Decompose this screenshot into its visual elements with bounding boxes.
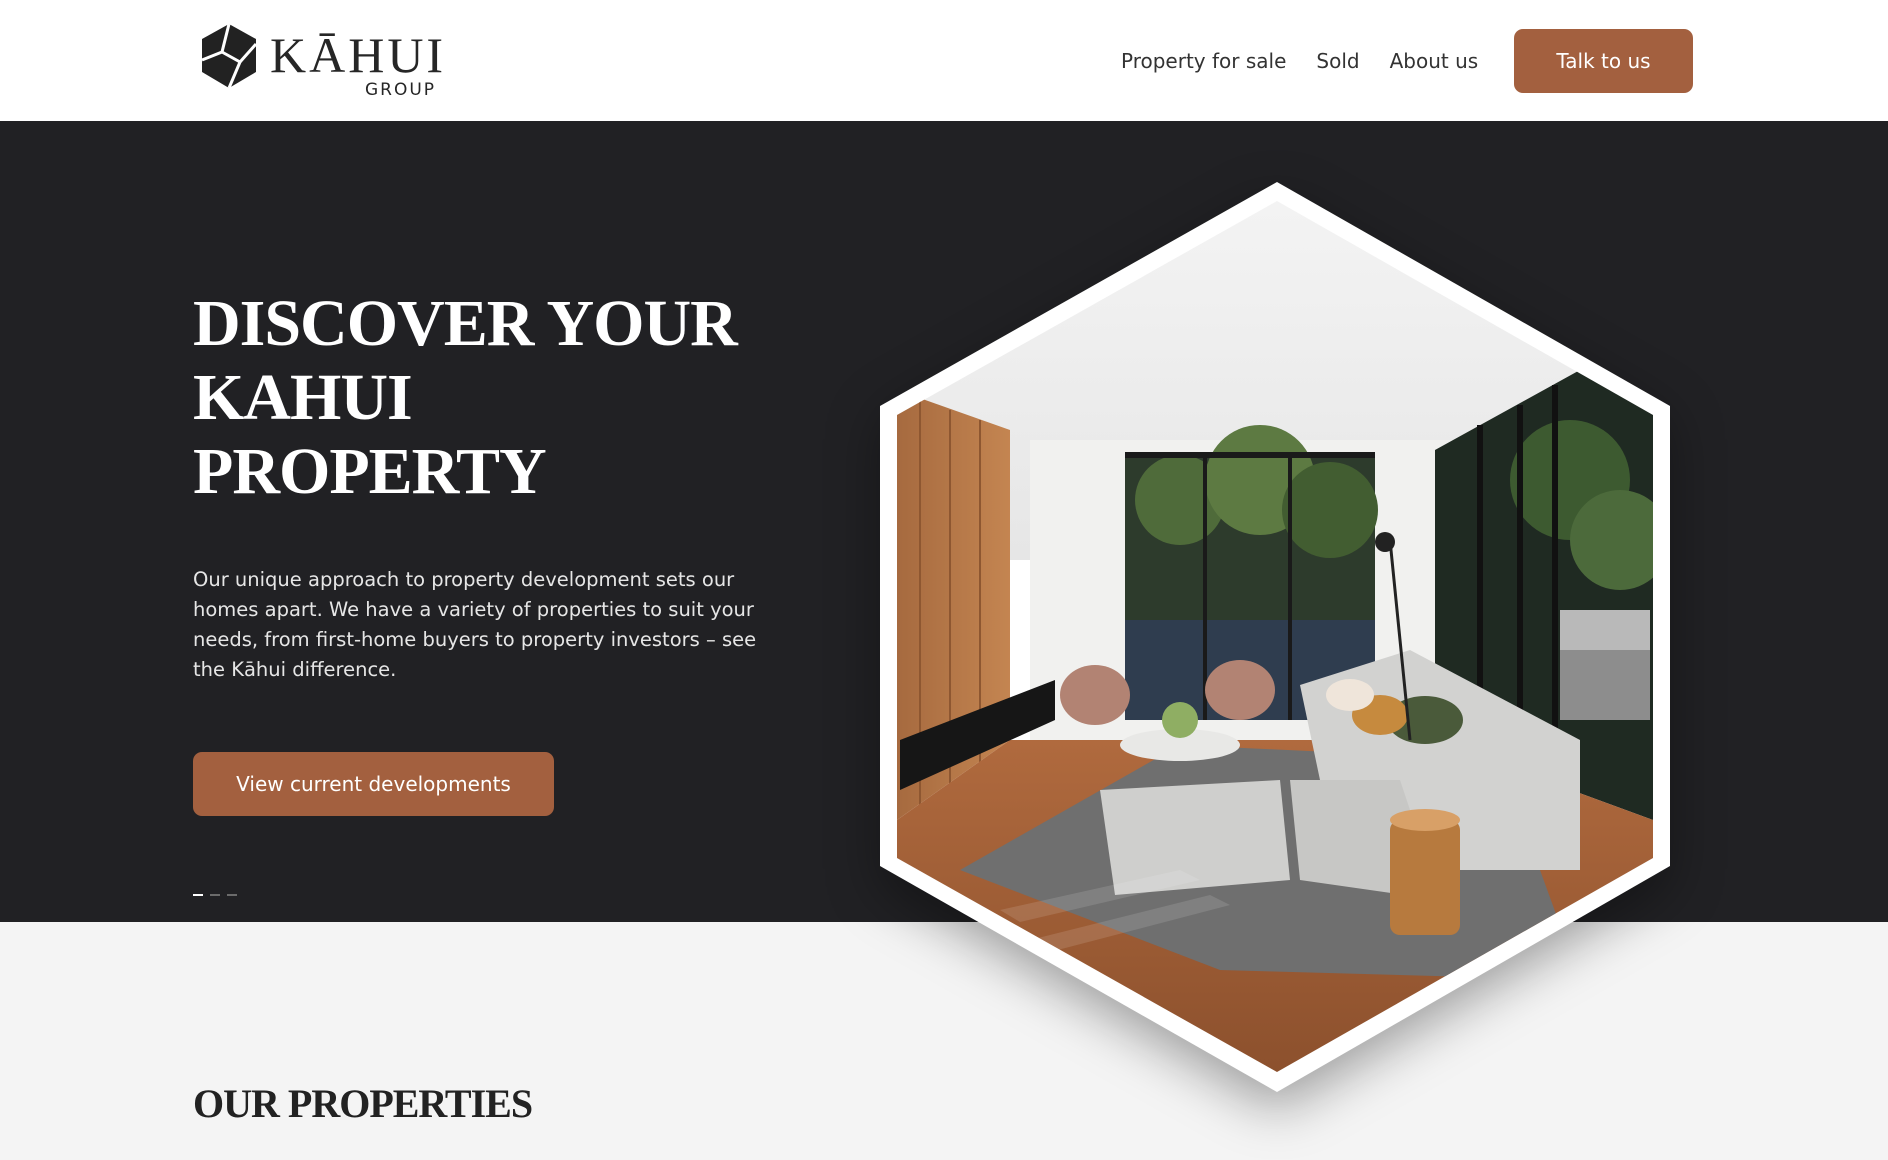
living-room-photo — [880, 182, 1670, 1092]
view-current-developments-button[interactable]: View current developments — [193, 752, 554, 816]
kahui-hexagon-logo-icon — [201, 23, 258, 89]
hero-title-line: KAHUI — [193, 361, 413, 434]
hero-title: DISCOVER YOUR KAHUI PROPERTY — [193, 287, 813, 509]
slider-dot-2[interactable] — [210, 894, 220, 896]
nav-property-for-sale[interactable]: Property for sale — [1121, 49, 1286, 73]
nav-about-us[interactable]: About us — [1390, 49, 1479, 73]
talk-to-us-button[interactable]: Talk to us — [1514, 29, 1693, 93]
slider-dot-3[interactable] — [227, 894, 237, 896]
slider-dot-1[interactable] — [193, 894, 203, 896]
hero-title-line: PROPERTY — [193, 435, 547, 508]
site-header: KĀHUI GROUP Property for sale Sold About… — [0, 0, 1888, 121]
main-nav: Property for sale Sold About us — [1121, 49, 1478, 73]
slider-dots — [193, 894, 237, 896]
brand-logo[interactable]: KĀHUI GROUP — [200, 20, 443, 102]
brand-name: KĀHUI — [270, 27, 447, 83]
hero-description: Our unique approach to property developm… — [193, 568, 757, 681]
brand-subtitle: GROUP — [365, 80, 437, 100]
nav-sold[interactable]: Sold — [1316, 49, 1359, 73]
page: KĀHUI GROUP Property for sale Sold About… — [0, 0, 1888, 1160]
hero-title-line: DISCOVER YOUR — [193, 287, 738, 360]
hero-hexagon-image — [880, 180, 1670, 1092]
our-properties-heading: OUR PROPERTIES — [193, 1081, 533, 1126]
